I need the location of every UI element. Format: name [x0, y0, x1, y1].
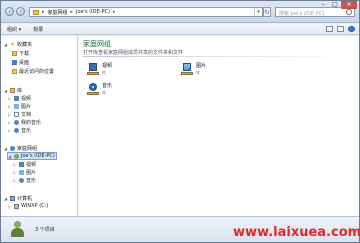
sidebar-item-hg-videos[interactable]: ▷ 视频 — [13, 160, 36, 168]
maximize-button[interactable]: □ — [329, 1, 341, 9]
sidebar-item-desktop[interactable]: 桌面 — [12, 58, 29, 66]
sidebar-item-lib-music[interactable]: ▷ 音乐 — [8, 126, 31, 134]
user-avatar-icon — [9, 220, 25, 238]
sidebar-item-recent[interactable]: 最近访问的位置 — [12, 67, 54, 75]
page-title: 家庭网组 — [83, 40, 111, 48]
help-icon[interactable] — [348, 26, 355, 32]
sidebar-favorites[interactable]: ◢ 收藏夹 — [4, 40, 32, 48]
sidebar-item-lib-pictures[interactable]: ▷ 图片 — [8, 102, 31, 110]
library-item-pictures[interactable]: 图片库 — [181, 62, 206, 76]
sidebar-item-drive-c[interactable]: ▷ WINXP (C:) — [8, 202, 48, 210]
back-button[interactable]: ‹ — [5, 7, 14, 16]
video-icon — [19, 161, 24, 167]
item-count: 3 个项目 — [35, 227, 55, 233]
desktop-icon — [12, 59, 17, 65]
homegroup-icon — [10, 145, 15, 151]
toolbar: 组织 ▾ 刻录 — [1, 24, 359, 35]
sidebar-item-lib-mymusic[interactable]: ▷ 我的音乐 — [8, 118, 41, 126]
music-icon — [14, 119, 19, 125]
sidebar-item-lib-videos[interactable]: ▷ 视频 — [8, 94, 31, 102]
sidebar-item-hg-music[interactable]: ▷ 音乐 — [13, 176, 36, 184]
sidebar-item-lib-documents[interactable]: ▷ 文档 — [8, 110, 31, 118]
sidebar-homegroup[interactable]: ◢ 家庭网组 — [4, 144, 37, 152]
close-button[interactable]: ✕ — [341, 1, 357, 9]
sidebar-item-homegroup-user[interactable]: ◢ Joe's (IDE-PC) — [7, 152, 57, 160]
homegroup-icon — [33, 9, 39, 15]
pictures-icon — [14, 103, 19, 109]
music-library-icon — [87, 82, 99, 95]
address-dropdown-icon[interactable]: ▾ — [254, 8, 262, 16]
picture-library-icon — [181, 62, 193, 75]
library-icon — [10, 87, 15, 93]
organize-menu[interactable]: 组织 ▾ — [7, 26, 21, 33]
content-pane: 家庭网组 打开库查看家庭网组成员共享的文件夹和文件 视频库 图片库 音乐库 — [79, 36, 359, 216]
burn-button[interactable]: 刻录 — [33, 26, 43, 33]
drive-icon — [14, 203, 19, 209]
sidebar-item-downloads[interactable]: 下载 — [12, 49, 29, 57]
breadcrumb-homegroup[interactable]: 家庭网组 — [48, 9, 68, 16]
sidebar-computer[interactable]: ◢ 计算机 — [4, 194, 32, 202]
page-subtitle: 打开库查看家庭网组成员共享的文件夹和文件 — [83, 50, 184, 56]
recent-places-icon — [12, 68, 17, 74]
preview-pane-icon[interactable] — [337, 26, 344, 32]
library-item-videos[interactable]: 视频库 — [87, 62, 112, 76]
forward-button[interactable]: › — [16, 7, 25, 16]
explorer-window: ‹ › ▸ 家庭网组 ▸ Joe's (IDE-PC) ▸ ▾ ↻ 搜索 Joe… — [0, 0, 360, 243]
search-icon — [346, 9, 352, 15]
divider — [83, 56, 355, 57]
navigation-pane: ◢ 收藏夹 下载 桌面 最近访问的位置 ◢ 库 ▷ 视频 ▷ 图片 ▷ 文档 ▷ 我的音… — [1, 36, 78, 216]
address-bar[interactable]: ▸ 家庭网组 ▸ Joe's (IDE-PC) ▸ ▾ — [29, 7, 263, 17]
music-icon — [19, 177, 24, 183]
computer-icon — [10, 195, 15, 201]
video-library-icon — [87, 62, 99, 75]
video-icon — [14, 95, 19, 101]
music-icon — [14, 127, 19, 133]
library-item-music[interactable]: 音乐库 — [87, 82, 112, 96]
sidebar-item-hg-pictures[interactable]: ▷ 图片 — [13, 168, 36, 176]
watermark-text: www.laixuea.com — [233, 225, 360, 240]
star-icon — [10, 41, 15, 47]
breadcrumb-user[interactable]: Joe's (IDE-PC) — [76, 9, 110, 15]
documents-icon — [14, 111, 19, 117]
folder-icon — [12, 50, 17, 56]
address-bar-area: ‹ › ▸ 家庭网组 ▸ Joe's (IDE-PC) ▸ ▾ ↻ 搜索 Joe… — [1, 1, 359, 23]
pictures-icon — [19, 169, 24, 175]
minimize-button[interactable]: – — [317, 1, 329, 9]
user-icon — [14, 153, 19, 159]
sidebar-libraries[interactable]: ◢ 库 — [4, 86, 22, 94]
view-options-icon[interactable] — [326, 26, 333, 32]
refresh-button[interactable]: ↻ — [263, 7, 271, 17]
